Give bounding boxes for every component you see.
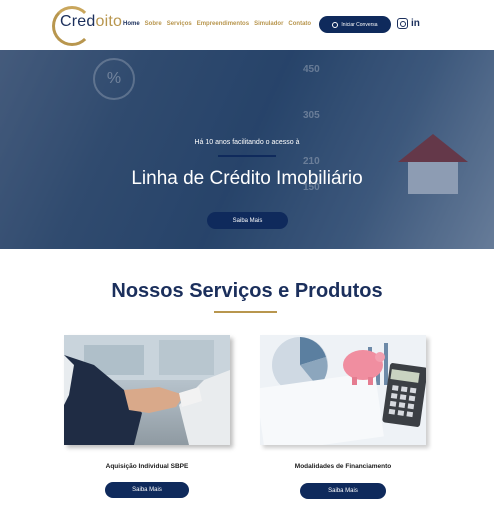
- service-card-label: Aquisição Individual SBPE: [105, 463, 189, 470]
- logo-text-part-b: oito: [95, 13, 123, 30]
- nav-item-servicos[interactable]: Serviços: [167, 21, 192, 27]
- nav-item-sobre[interactable]: Sobre: [145, 21, 162, 27]
- whatsapp-icon: [332, 21, 339, 28]
- handshake-image: [64, 335, 230, 445]
- linkedin-icon[interactable]: in: [411, 18, 422, 29]
- nav-item-simulador[interactable]: Simulador: [254, 21, 283, 27]
- service-learn-more-button[interactable]: Saiba Mais: [300, 483, 386, 499]
- service-learn-more-button[interactable]: Saiba Mais: [105, 482, 189, 498]
- instagram-icon[interactable]: [397, 18, 408, 29]
- handshake-illustration: [64, 335, 230, 445]
- services-title: Nossos Serviços e Produtos: [111, 280, 383, 302]
- hero-title: Linha de Crédito Imobiliário: [131, 168, 363, 189]
- nav-item-contato[interactable]: Contato: [288, 21, 311, 27]
- nav-item-empreendimentos[interactable]: Empreendimentos: [197, 21, 249, 27]
- finance-illustration: [260, 335, 426, 445]
- logo-text-part-a: Cred: [60, 13, 96, 30]
- site-header: Credoito Home Sobre Serviços Empreendime…: [0, 0, 494, 50]
- hero-banner: % 450 305 210 150 Há 10 anos facilitando…: [0, 50, 494, 249]
- nav-item-home[interactable]: Home: [123, 21, 140, 27]
- start-conversation-button[interactable]: Iniciar Conversa: [319, 16, 391, 33]
- credoito-logo[interactable]: Credoito: [52, 4, 122, 46]
- hero-subtitle: Há 10 anos facilitando o acesso à: [194, 139, 300, 146]
- main-nav: Home Sobre Serviços Empreendimentos Simu…: [123, 21, 311, 27]
- piggy-bank-calculator-image: [260, 335, 426, 445]
- service-card-label: Modalidades de Financiamento: [294, 463, 392, 470]
- hero-learn-more-button[interactable]: Saiba Mais: [207, 212, 288, 229]
- hero-divider: [218, 155, 276, 157]
- start-conversation-label: Iniciar Conversa: [341, 21, 378, 28]
- services-divider: [214, 311, 277, 313]
